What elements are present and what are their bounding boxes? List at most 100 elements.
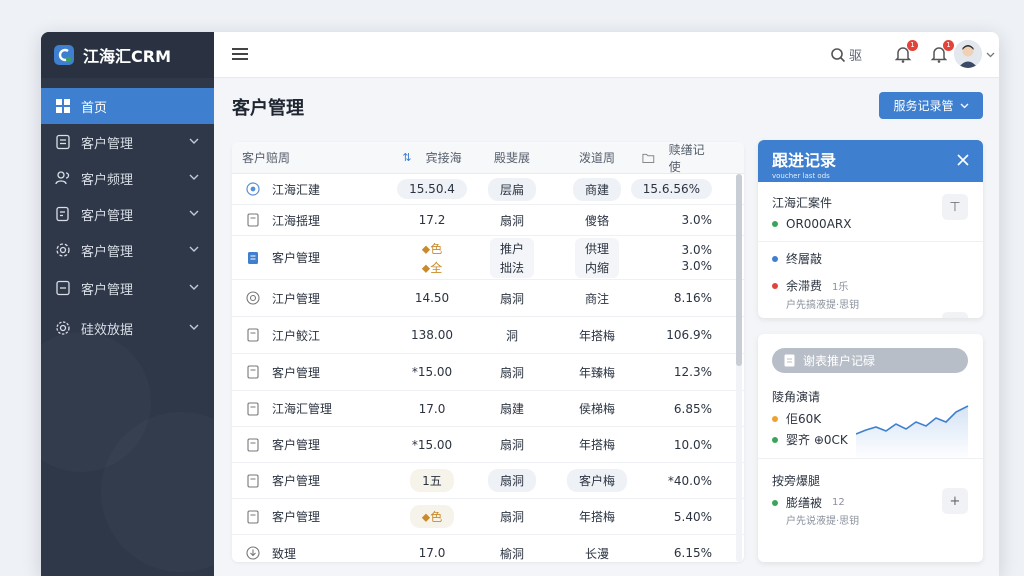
avatar[interactable] bbox=[954, 40, 982, 68]
sidebar-item-home[interactable]: 首页 bbox=[41, 88, 214, 124]
sidebar-item-label: 客户管理 bbox=[81, 282, 134, 298]
service-record-button[interactable]: 服务记录管 bbox=[879, 92, 983, 119]
record-item-label: 余滞费 bbox=[786, 279, 823, 293]
sidebar-item-customers-1[interactable]: 客户管理 bbox=[41, 124, 214, 160]
metric-value: 膨缮被 bbox=[786, 496, 823, 510]
table-row[interactable]: 江户管理 14.50 扇洞 商注 8.16% bbox=[232, 280, 744, 317]
cell-value: 年搭梅 bbox=[578, 438, 615, 452]
cell-value: 年搭梅 bbox=[578, 328, 615, 343]
search-button[interactable]: 驱 bbox=[830, 45, 862, 64]
doc-icon bbox=[247, 365, 259, 379]
cell-value: 14.50 bbox=[414, 291, 450, 305]
gear-icon bbox=[56, 321, 70, 335]
expand-button[interactable]: ↑ bbox=[942, 312, 968, 318]
doc-icon bbox=[247, 473, 259, 488]
customer-record-filter[interactable]: 谢表推户记碌 bbox=[772, 348, 968, 373]
close-icon[interactable] bbox=[957, 154, 969, 166]
table-row[interactable]: 客户管理 ⬥色 扇洞 年搭梅 5.40% bbox=[232, 499, 744, 535]
table-scrollbar[interactable] bbox=[736, 174, 742, 562]
page-title: 客户管理 bbox=[232, 98, 304, 119]
cell-value: 15.6.56% bbox=[630, 179, 712, 199]
sidebar-item-data[interactable]: 硅效放据 bbox=[41, 310, 214, 346]
customer-name: 江海揺理 bbox=[272, 213, 321, 228]
table-row[interactable]: 客户管理 *15.00 扇洞 年搭梅 10.0% bbox=[232, 427, 744, 463]
cell-value: 6.15% bbox=[673, 546, 712, 560]
cell-value: *15.00 bbox=[411, 437, 453, 452]
customer-name: 客户管理 bbox=[272, 474, 321, 488]
divider bbox=[758, 241, 983, 242]
notification-badge: 1 bbox=[907, 40, 918, 51]
cell-value: 年臻梅 bbox=[578, 365, 615, 380]
doc-icon bbox=[247, 213, 259, 227]
logo-icon bbox=[54, 45, 74, 65]
cell-value: 洞 bbox=[505, 328, 518, 343]
sidebar-item-customers-3[interactable]: 客户管理 bbox=[41, 196, 214, 232]
cell-value: 内缩 bbox=[584, 260, 609, 275]
blue-doc-icon bbox=[248, 251, 258, 264]
customer-name: 江海汇管理 bbox=[272, 402, 333, 416]
chevron-down-icon[interactable] bbox=[986, 50, 995, 59]
table-row[interactable]: 江海汇管理 17.0 扇建 侯梯梅 6.85% bbox=[232, 391, 744, 427]
table-body: 江海汇建 15.50.4 层扁 商建 15.6.56% 江海揺理 17.2 扇洞… bbox=[232, 174, 744, 562]
cell-value: 12.3% bbox=[673, 365, 712, 379]
chevron-down-icon bbox=[189, 246, 199, 252]
metric-value: 婴齐 ⊕0CK bbox=[786, 433, 848, 447]
doc-icon bbox=[247, 437, 259, 452]
column-header[interactable]: ⇅ 宾接海 bbox=[392, 149, 472, 166]
cell-value: *15.00 bbox=[411, 365, 453, 379]
stats-panel: 谢表推户记碌 陵角演请 佢60K 婴齐 ⊕0CK 按旁爆腿 膨缮被 12 户先说… bbox=[758, 334, 983, 562]
column-header[interactable]: 泼道周 bbox=[552, 149, 642, 166]
table-row[interactable]: 客户管理 *15.00 扇洞 年臻梅 12.3% bbox=[232, 354, 744, 391]
doc-icon bbox=[247, 401, 259, 416]
column-header-label: 客户赔周 bbox=[242, 151, 291, 165]
doc-icon bbox=[784, 354, 795, 367]
table-row[interactable]: 客户管理 ⬥色 ⬥全 推户 拙法 供理 内缩 3.0% 3.0% bbox=[232, 236, 744, 280]
sidebar-item-customers-4[interactable]: 客户管理 bbox=[41, 232, 214, 268]
cell-value: 拙法 bbox=[499, 260, 524, 275]
column-header-label: 赎缮记使 bbox=[668, 142, 705, 174]
sidebar-item-customers-5[interactable]: 客户管理 bbox=[41, 270, 214, 306]
pin-icon: ⊤ bbox=[949, 199, 961, 215]
record-code: OR000ARX bbox=[772, 217, 969, 231]
record-code-value: OR000ARX bbox=[786, 217, 852, 231]
cell-value: 17.0 bbox=[418, 401, 446, 416]
table-row[interactable]: 江海汇建 15.50.4 层扁 商建 15.6.56% bbox=[232, 174, 744, 205]
metric-row: 婴齐 ⊕0CK bbox=[772, 431, 848, 448]
table-row[interactable]: 江海揺理 17.2 扇洞 傻铬 3.0% bbox=[232, 205, 744, 236]
panel-title: 跟进记录 bbox=[772, 151, 837, 170]
target-icon bbox=[246, 291, 260, 305]
column-header[interactable]: 赎缮记使 bbox=[642, 142, 734, 175]
table-row[interactable]: 致理 17.0 榆洞 长漫 6.15% bbox=[232, 535, 744, 562]
sort-icon: ⇅ bbox=[402, 151, 412, 164]
alerts-button[interactable]: 1 bbox=[930, 40, 954, 63]
metric-row: 膨缮被 12 bbox=[772, 494, 845, 511]
scrollbar-thumb[interactable] bbox=[736, 174, 742, 366]
menu-icon[interactable] bbox=[232, 47, 248, 61]
cell-value: ⬥全 bbox=[421, 260, 443, 275]
sidebar-item-customers-2[interactable]: 客户频理 bbox=[41, 160, 214, 196]
table-row[interactable]: 江户鲛江 138.00 洞 年搭梅 106.9% bbox=[232, 317, 744, 354]
cell-value: 10.0% bbox=[673, 437, 712, 452]
cell-value: 商建 bbox=[572, 177, 621, 201]
status-dot bbox=[772, 436, 778, 443]
metric-meta: 12 bbox=[832, 497, 845, 508]
note-icon bbox=[56, 280, 70, 296]
record-item: 终層敲 bbox=[772, 250, 969, 267]
cell-value: 17.0 bbox=[418, 546, 446, 560]
chevron-down-icon bbox=[189, 174, 199, 180]
cell-value: 长漫 bbox=[584, 546, 609, 561]
customer-name: 客户管理 bbox=[272, 365, 321, 380]
pin-button[interactable]: ⊤ bbox=[942, 194, 968, 220]
table-row[interactable]: 客户管理 1五 扇洞 客户梅 *40.0% bbox=[232, 463, 744, 499]
sidebar: 江海汇CRM 首页 客户管理 客户频理 客户管理 客户管理 客户管理 硅效放据 bbox=[41, 32, 214, 576]
column-header[interactable]: 客户赔周 bbox=[232, 149, 392, 166]
customer-table: 客户赔周 ⇅ 宾接海 殿斐展 泼道周 赎缮记使 江海汇建 15.50.4 层扁 bbox=[232, 142, 744, 562]
add-button[interactable]: + bbox=[942, 488, 968, 514]
metric-value: 佢60K bbox=[786, 412, 822, 426]
brand[interactable]: 江海汇CRM bbox=[41, 32, 214, 78]
cell-value: 1五 bbox=[410, 469, 454, 492]
record-item-label: 终層敲 bbox=[786, 252, 823, 266]
notification-button[interactable]: 1 bbox=[894, 40, 918, 63]
column-header[interactable]: 殿斐展 bbox=[472, 149, 552, 166]
status-dot bbox=[772, 255, 778, 262]
